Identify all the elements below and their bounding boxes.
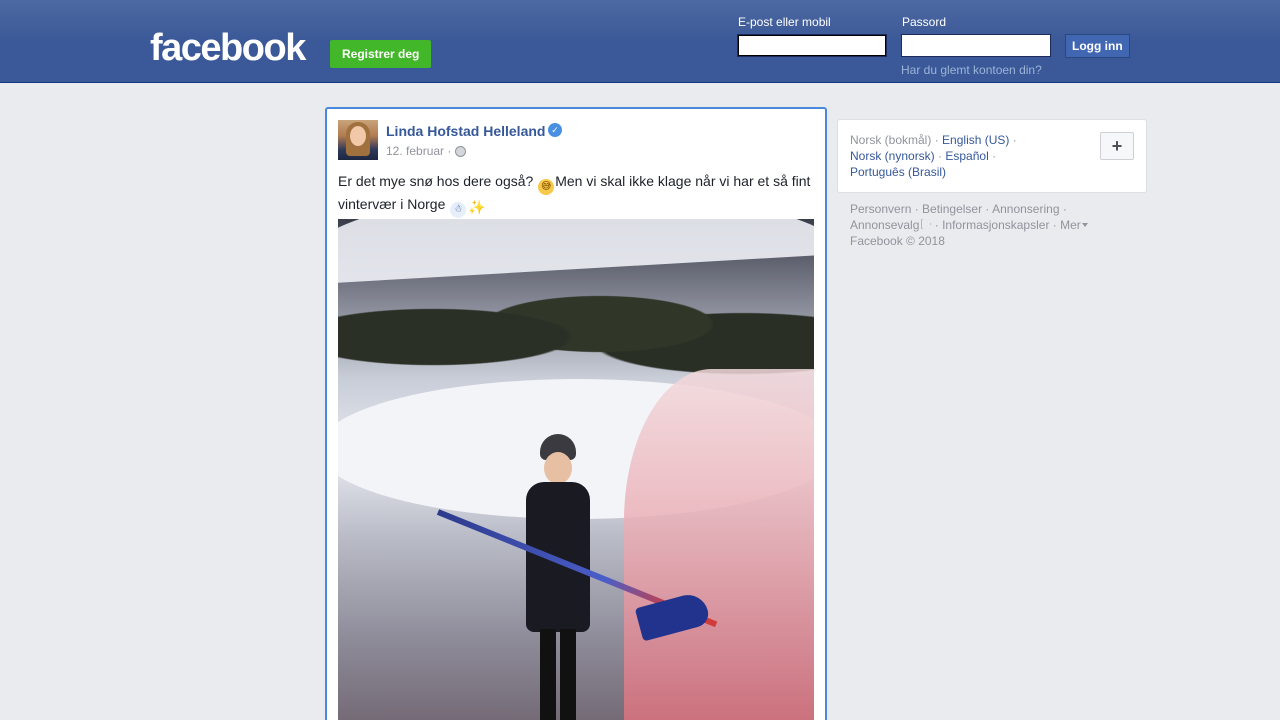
footer-link-cookies[interactable]: Informasjonskapsler — [942, 218, 1049, 232]
footer-link-adchoices[interactable]: Annonsevalg — [850, 218, 919, 232]
adchoices-icon — [921, 219, 932, 229]
verified-badge-icon: ✓ — [548, 123, 562, 137]
post-card: Linda Hofstad Helleland ✓ 12. februar · … — [325, 107, 827, 720]
date-separator: · — [447, 144, 452, 158]
sparkles-emoji-icon: ✨ — [468, 199, 486, 215]
footer-link-more[interactable]: Mer — [1060, 218, 1081, 232]
register-button[interactable]: Registrer deg — [330, 40, 432, 68]
login-button[interactable]: Logg inn — [1065, 34, 1130, 58]
post-date-text: 12. februar — [386, 144, 445, 158]
facebook-logo[interactable]: facebook — [150, 26, 306, 70]
password-label: Passord — [902, 15, 947, 29]
avatar-face — [350, 126, 366, 146]
post-timestamp[interactable]: 12. februar · — [386, 144, 451, 158]
footer-link-privacy[interactable]: Personvern — [850, 202, 911, 216]
photo-head — [544, 452, 572, 484]
chevron-down-icon — [1081, 223, 1088, 227]
grinning-sweat-emoji-icon: 😅 — [538, 179, 555, 195]
footer-links: Personvern · Betingelser · Annonsering ·… — [850, 201, 1140, 249]
language-link-nynorsk[interactable]: Norsk (nynorsk) — [850, 149, 935, 163]
post-photo[interactable] — [338, 219, 814, 720]
language-link-espanol[interactable]: Español — [945, 149, 988, 163]
language-link-portugues[interactable]: Português (Brasil) — [850, 165, 946, 179]
avatar[interactable] — [338, 120, 378, 160]
top-bar: facebook Registrer deg E-post eller mobi… — [0, 0, 1280, 83]
language-link-english[interactable]: English (US) — [942, 133, 1009, 147]
photo-lit-snow — [624, 369, 814, 720]
post-author-link[interactable]: Linda Hofstad Helleland — [386, 123, 545, 139]
snowman-emoji-icon: ☃ — [450, 202, 467, 218]
forgot-account-link[interactable]: Har du glemt kontoen din? — [901, 63, 1042, 77]
current-language: Norsk (bokmål) — [850, 133, 932, 147]
globe-icon — [455, 146, 466, 157]
password-field[interactable] — [901, 34, 1051, 57]
email-field[interactable] — [737, 34, 887, 57]
photo-legs — [540, 629, 576, 720]
copyright: Facebook © 2018 — [850, 234, 945, 248]
language-selector: Norsk (bokmål) · English (US) · Norsk (n… — [837, 119, 1147, 193]
email-label: E-post eller mobil — [738, 15, 831, 29]
post-text-part1: Er det mye snø hos dere også? — [338, 173, 534, 189]
post-message: Er det mye snø hos dere også? 😅 Men vi sk… — [338, 172, 818, 218]
footer-link-advertising[interactable]: Annonsering — [992, 202, 1059, 216]
photo-person — [436, 434, 718, 720]
more-languages-button[interactable]: + — [1100, 132, 1134, 160]
footer-link-terms[interactable]: Betingelser — [922, 202, 982, 216]
